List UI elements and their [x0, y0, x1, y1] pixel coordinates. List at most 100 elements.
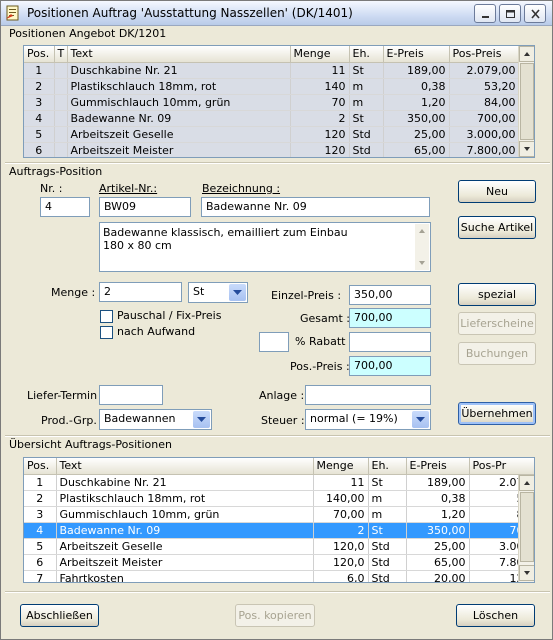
- rabatt-label: % Rabatt :: [295, 335, 353, 348]
- dropdown-arrow-icon: [229, 284, 246, 301]
- cell-t: [54, 62, 68, 79]
- cell-menge: 70: [290, 94, 350, 111]
- offer-positions-table[interactable]: Pos. T Text Menge Eh. E-Preis Pos-Preis …: [23, 45, 535, 158]
- maximize-button[interactable]: [499, 4, 521, 23]
- col-header-t[interactable]: T: [54, 46, 68, 63]
- scroll-thumb[interactable]: [520, 492, 534, 562]
- cell-pos: 2: [24, 490, 57, 507]
- liefer-termin-label: Liefer-Termin :: [27, 389, 105, 402]
- offer-table-scrollbar[interactable]: [518, 46, 534, 157]
- scroll-thumb[interactable]: [520, 63, 534, 140]
- minimize-button[interactable]: [474, 4, 496, 23]
- artikel-label: Artikel-Nr.:: [99, 182, 158, 195]
- table-row[interactable]: 5 Arbeitszeit Geselle 120 Std 25,00 3.000,00: [24, 126, 520, 143]
- table-row[interactable]: 6 Arbeitszeit Meister 120 Std 65,00 7.800,00: [24, 142, 520, 157]
- rabatt-field[interactable]: [349, 332, 431, 352]
- close-button[interactable]: [524, 4, 546, 23]
- divider: [5, 591, 550, 593]
- pos-kopieren-button[interactable]: Pos. kopieren: [235, 604, 315, 627]
- table-row[interactable]: 5 Arbeitszeit Geselle 120,0 Std 25,00 3.000: [24, 538, 534, 555]
- loeschen-button[interactable]: Löschen: [456, 604, 535, 627]
- steuer-label: Steuer :: [261, 414, 305, 427]
- bezeichnung-field[interactable]: Badewanne Nr. 09: [201, 197, 430, 217]
- cell-pos: 4: [24, 522, 57, 539]
- cell-epreis: 350,00: [406, 522, 470, 539]
- col-header-epreis[interactable]: E-Preis: [406, 458, 470, 475]
- table-row[interactable]: 6 Arbeitszeit Meister 120,0 Std 65,00 7.800: [24, 554, 534, 571]
- table-row[interactable]: 7Fahrtkosten6,0Std20,00120: [24, 570, 534, 582]
- cell-t: [54, 126, 68, 143]
- col-header-menge[interactable]: Menge: [290, 46, 350, 63]
- cell-epreis: 189,00: [383, 62, 450, 79]
- table-row[interactable]: 4Badewanne Nr. 092St350,00700: [24, 522, 534, 539]
- col-header-eh[interactable]: Eh.: [349, 46, 384, 63]
- artikel-field[interactable]: BW09: [99, 197, 191, 217]
- col-header-text[interactable]: Text: [56, 458, 314, 475]
- table-row[interactable]: 4 Badewanne Nr. 09 2 St 350,00 700,00: [24, 110, 520, 127]
- cell-eh: m: [349, 78, 384, 95]
- scroll-up-button[interactable]: [519, 46, 534, 62]
- table-row[interactable]: 2 Plastikschlauch 18mm, rot 140 m 0,38 53,20: [24, 78, 520, 95]
- cell-pospreis: 700,00: [449, 110, 520, 127]
- buchungen-button[interactable]: Buchungen: [458, 342, 536, 365]
- cell-text: Badewanne Nr. 09: [67, 110, 291, 127]
- cell-pos: 5: [24, 126, 55, 143]
- col-header-epreis[interactable]: E-Preis: [383, 46, 450, 63]
- col-header-pospreis[interactable]: Pos-Pr: [469, 458, 534, 475]
- steuer-select[interactable]: normal (= 19%): [305, 409, 431, 430]
- offer-section-label: Positionen Angebot DK/1201: [9, 27, 167, 40]
- cell-pospreis: 84,00: [449, 94, 520, 111]
- menge-label: Menge :: [51, 286, 96, 299]
- cell-menge: 11: [313, 474, 369, 491]
- anlage-label: Anlage :: [259, 389, 305, 402]
- suche-artikel-button[interactable]: Suche Artikel: [458, 216, 536, 239]
- title-bar[interactable]: Positionen Auftrag 'Ausstattung Nasszell…: [1, 1, 552, 26]
- arrow-down-icon: [524, 571, 530, 575]
- app-icon: [5, 5, 22, 22]
- col-header-menge[interactable]: Menge: [313, 458, 369, 475]
- anlage-field[interactable]: [305, 385, 431, 405]
- scroll-up-button[interactable]: [519, 475, 534, 491]
- table-row[interactable]: 3 Gummischlauch 10mm, grün 70 m 1,20 84,00: [24, 94, 520, 111]
- cell-t: [54, 142, 68, 157]
- description-line: 180 x 80 cm: [103, 239, 172, 252]
- divider: [5, 162, 550, 164]
- cell-pos: 5: [24, 538, 57, 555]
- scroll-down-button[interactable]: [519, 565, 534, 581]
- description-scrollbar[interactable]: [415, 224, 429, 270]
- einzelpreis-field[interactable]: 350,00: [349, 285, 431, 305]
- table-row[interactable]: 1 Duschkabine Nr. 21 11 St 189,00 2.079,00: [24, 62, 520, 79]
- scroll-down-button[interactable]: [519, 141, 534, 157]
- cell-menge: 70,00: [313, 506, 369, 523]
- menge-field[interactable]: 2: [99, 282, 182, 302]
- overview-positions-table[interactable]: Pos. Text Menge Eh. E-Preis Pos-Pr 1 Dusc…: [23, 457, 535, 583]
- neu-button[interactable]: Neu: [458, 180, 536, 203]
- prodgrp-select[interactable]: Badewannen: [99, 409, 212, 430]
- overview-table-scrollbar[interactable]: [518, 475, 534, 582]
- cell-epreis: 65,00: [383, 142, 450, 157]
- arrow-up-icon: [419, 229, 425, 233]
- rabatt-percent-field[interactable]: [259, 332, 289, 352]
- abschliessen-button[interactable]: Abschließen: [20, 604, 99, 627]
- nr-field[interactable]: 4: [40, 197, 90, 217]
- pospreis-field: 700,00: [349, 356, 431, 376]
- aufwand-checkbox[interactable]: [100, 326, 113, 339]
- col-header-text[interactable]: Text: [67, 46, 291, 63]
- pauschal-checkbox[interactable]: [100, 310, 113, 323]
- col-header-eh[interactable]: Eh.: [368, 458, 407, 475]
- liefer-termin-field[interactable]: [99, 385, 163, 405]
- unit-select[interactable]: St: [188, 282, 248, 303]
- col-header-pos[interactable]: Pos.: [24, 46, 55, 63]
- gesamt-field: 700,00: [349, 308, 431, 328]
- cell-eh: m: [349, 94, 384, 111]
- description-textarea[interactable]: Badewanne klassisch, emailliert zum Einb…: [99, 222, 431, 272]
- uebernehmen-button[interactable]: Übernehmen: [458, 402, 536, 425]
- spezial-button[interactable]: spezial: [458, 283, 536, 306]
- cell-menge: 140,00: [313, 490, 369, 507]
- table-row[interactable]: 3Gummischlauch 10mm, grün70,00m1,2084: [24, 506, 534, 523]
- table-row[interactable]: 2Plastikschlauch 18mm, rot140,00m0,3853: [24, 490, 534, 507]
- lieferscheine-button[interactable]: Lieferscheine: [458, 312, 536, 335]
- col-header-pospreis[interactable]: Pos-Preis: [449, 46, 520, 63]
- col-header-pos[interactable]: Pos.: [24, 458, 57, 475]
- table-row[interactable]: 1 Duschkabine Nr. 21 11 St 189,00 2.079: [24, 474, 534, 491]
